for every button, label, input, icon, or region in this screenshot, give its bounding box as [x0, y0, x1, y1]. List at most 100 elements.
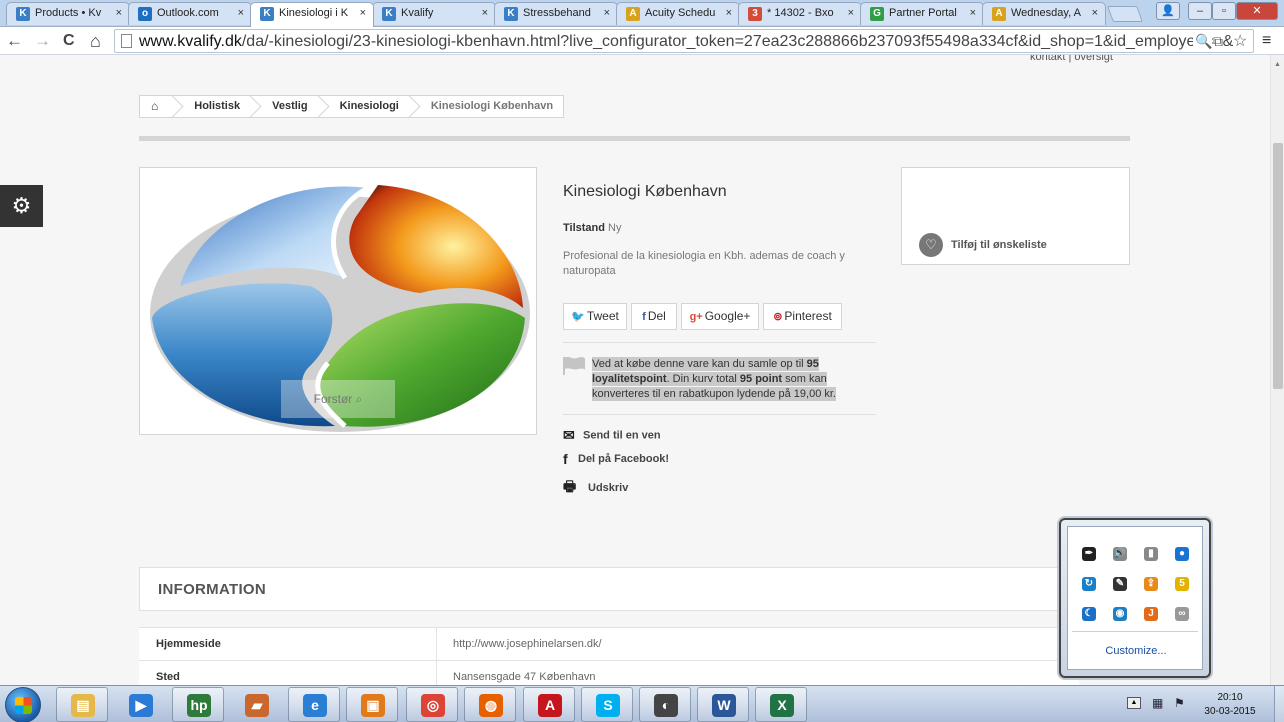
top-links[interactable]: kontakt | oversigt — [1030, 55, 1113, 63]
back-button[interactable]: ← — [6, 31, 23, 51]
browser-tab[interactable]: K Stressbehand × — [494, 2, 618, 25]
send-to-friend-link[interactable]: ✉ Send til en ven — [563, 427, 661, 444]
taskbar-app-button[interactable]: S — [581, 687, 633, 722]
taskbar-app-button[interactable]: ◍ — [464, 687, 516, 722]
taskbar-app-button[interactable]: ▣ — [346, 687, 398, 722]
globe-icon[interactable]: ◉ — [1113, 607, 1127, 621]
taskbar-app-button[interactable]: ▰ — [230, 687, 282, 722]
add-to-wishlist-link[interactable]: Tilføj til ønskeliste — [951, 239, 1047, 251]
taskbar-app-button[interactable]: A — [523, 687, 575, 722]
breadcrumb-item[interactable]: Kinesiologi — [328, 96, 419, 117]
clock-time: 20:10 — [1217, 692, 1243, 703]
browser-tab[interactable]: K Products • Kv × — [6, 2, 130, 25]
zoom-button[interactable]: Forstør ⌕ — [281, 380, 395, 418]
maximize-button[interactable]: ▫ — [1212, 2, 1236, 20]
scrollbar-thumb[interactable] — [1273, 143, 1283, 389]
gear-icon[interactable]: ⚙ — [0, 185, 43, 227]
show-desktop-button[interactable] — [1274, 686, 1284, 722]
browser-tab[interactable]: o Outlook.com × — [128, 2, 252, 25]
sync-icon[interactable]: ↻ — [1082, 577, 1096, 591]
row-value[interactable]: http://www.josephinelarsen.dk/ — [453, 638, 602, 650]
close-icon[interactable]: × — [116, 7, 122, 19]
search-icon[interactable]: 🔍 — [1193, 33, 1213, 50]
heart-icon[interactable]: ♡ — [919, 233, 943, 257]
close-window-button[interactable]: ✕ — [1236, 2, 1278, 20]
messenger-icon[interactable]: ☾ — [1082, 607, 1096, 621]
start-button[interactable] — [5, 687, 41, 722]
taskbar-app-button[interactable]: ◎ — [406, 687, 458, 722]
page-scrollbar[interactable]: ▲ — [1270, 55, 1284, 685]
share-facebook-link[interactable]: f Del på Facebook! — [563, 451, 669, 467]
product-image[interactable]: Forstør ⌕ — [139, 167, 537, 435]
facebook-share-button[interactable]: f Del — [631, 303, 677, 330]
close-icon[interactable]: × — [1092, 7, 1098, 19]
close-icon[interactable]: × — [360, 7, 366, 19]
tweet-label: Tweet — [586, 309, 619, 323]
home-button[interactable]: ⌂ — [90, 31, 101, 51]
loyalty-total: 95 point — [739, 373, 783, 385]
divider — [139, 136, 1130, 141]
chrome-icon: ◎ — [421, 694, 445, 717]
condition-value: Ny — [608, 222, 622, 234]
browser-tab[interactable]: K Kvalify × — [372, 2, 496, 25]
notification-overflow-popup: Customize... ✒ 🔊 ▮ ● ↻ ✎ ⇪ 5 ☾ ◉ J ∞ — [1059, 518, 1211, 678]
facebook-icon: f — [642, 311, 646, 323]
clock[interactable]: 20:10 30-03-2015 — [1198, 691, 1262, 719]
teamviewer-icon[interactable]: ● — [1175, 547, 1189, 561]
breadcrumb: ⌂ Holistisk Vestlig Kinesiologi Kinesiol… — [139, 95, 565, 118]
network-icon[interactable]: ▦ — [1152, 696, 1163, 710]
close-icon[interactable]: × — [604, 7, 610, 19]
print-link[interactable]: 🖶 Udskriv — [563, 476, 628, 500]
close-icon[interactable]: × — [726, 7, 732, 19]
user-button[interactable]: 👤 — [1156, 2, 1180, 20]
windows-logo-icon — [15, 697, 32, 714]
wishlist-box: ♡ Tilføj til ønskeliste — [901, 167, 1130, 265]
pen-tablet-icon[interactable]: ✎ — [1113, 577, 1127, 591]
tweet-button[interactable]: 🐦 Tweet — [563, 303, 627, 330]
close-icon[interactable]: × — [238, 7, 244, 19]
new-tab-button[interactable] — [1107, 6, 1143, 22]
taskbar-app-button[interactable]: hp — [172, 687, 224, 722]
breadcrumb-item[interactable]: Vestlig — [260, 96, 327, 117]
translate-icon[interactable]: ⧉ — [1213, 33, 1223, 50]
close-icon[interactable]: × — [482, 7, 488, 19]
taskbar-app-button[interactable]: W — [697, 687, 749, 722]
link-icon[interactable]: ∞ — [1175, 607, 1189, 621]
action-center-icon[interactable]: ⚑ — [1174, 696, 1185, 710]
close-icon[interactable]: × — [848, 7, 854, 19]
condition-label: Tilstand — [563, 222, 605, 234]
taskbar-app-button[interactable]: ▶ — [114, 687, 166, 722]
browser-tab[interactable]: G Partner Portal × — [860, 2, 984, 25]
taskbar-app-button[interactable]: ▤ — [56, 687, 108, 722]
reload-button[interactable]: C — [63, 31, 75, 51]
browser-tab[interactable]: A Acuity Schedu × — [616, 2, 740, 25]
taskbar-app-button[interactable]: ◐ — [639, 687, 691, 722]
taskbar-app-button[interactable]: X — [755, 687, 807, 722]
show-hidden-icons-button[interactable]: ▲ — [1127, 697, 1141, 709]
java-icon[interactable]: J — [1144, 607, 1158, 621]
tab-label: Outlook.com — [157, 7, 219, 19]
customize-link[interactable]: Customize... — [1068, 645, 1204, 657]
address-bar[interactable]: www.kvalify.dk/da/-kinesiologi/23-kinesi… — [114, 29, 1254, 53]
skype-status-icon[interactable]: 5 — [1175, 577, 1189, 591]
forward-button[interactable]: → — [34, 31, 51, 51]
scroll-up-icon[interactable]: ▲ — [1274, 61, 1281, 68]
taskbar-app-button[interactable]: e — [288, 687, 340, 722]
ink-icon[interactable]: ✒ — [1082, 547, 1096, 561]
loyalty-part: Ved at købe denne vare kan du samle op t… — [592, 358, 807, 370]
home-icon[interactable]: ⌂ — [140, 96, 182, 117]
network-bars-icon[interactable]: ▮ — [1144, 547, 1158, 561]
close-icon[interactable]: × — [970, 7, 976, 19]
browser-tab[interactable]: 3 * 14302 - Bxo × — [738, 2, 862, 25]
minimize-button[interactable]: – — [1188, 2, 1212, 20]
browser-tab[interactable]: A Wednesday, A × — [982, 2, 1106, 25]
google-plus-button[interactable]: g+ Google+ — [681, 303, 759, 330]
speaker-icon[interactable]: 🔊 — [1113, 547, 1127, 561]
upload-icon[interactable]: ⇪ — [1144, 577, 1158, 591]
pinterest-button[interactable]: ⊚ Pinterest — [763, 303, 842, 330]
breadcrumb-item[interactable]: Holistisk — [182, 96, 260, 117]
browser-menu-icon[interactable]: ≡ — [1262, 32, 1271, 50]
bookmark-star-icon[interactable]: ☆ — [1233, 31, 1248, 51]
google-plus-label: Google+ — [704, 309, 751, 323]
browser-tab[interactable]: K Kinesiologi i K × — [250, 2, 374, 27]
